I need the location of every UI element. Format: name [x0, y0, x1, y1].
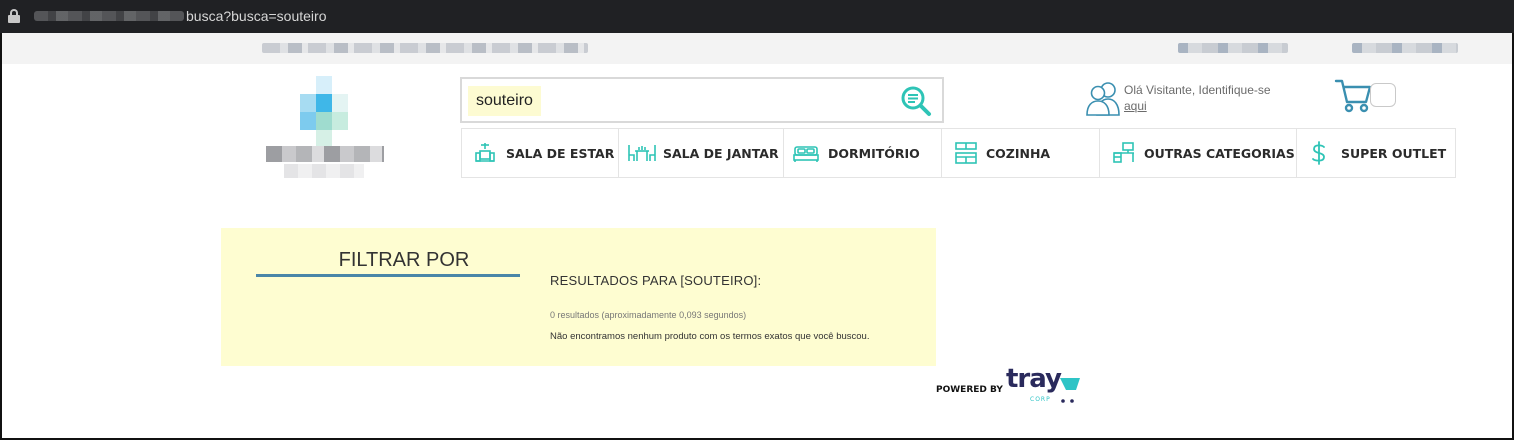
lock-icon [8, 9, 20, 23]
bed-icon [793, 146, 819, 162]
store-logo[interactable] [264, 76, 388, 184]
category-menu: SALA DE ESTAR SALA DE JANTAR DORMITÓRIO [461, 128, 1456, 178]
menu-label: SALA DE ESTAR [506, 146, 615, 161]
dollar-icon [1312, 141, 1325, 165]
user-greeting: Olá Visitante, Identifique-se [1124, 83, 1271, 97]
search-button[interactable] [900, 85, 932, 117]
kitchen-icon [955, 142, 977, 164]
tray-logo-sub: CORP [1030, 396, 1051, 403]
menu-item-outras-categorias[interactable]: OUTRAS CATEGORIAS [1100, 129, 1297, 177]
browser-url-bar[interactable]: busca?busca=souteiro [0, 0, 1514, 33]
users-icon[interactable] [1084, 80, 1122, 116]
menu-item-dormitorio[interactable]: DORMITÓRIO [784, 129, 942, 177]
menu-label: SALA DE JANTAR [663, 146, 779, 161]
results-title: RESULTADOS PARA [SOUTEIRO]: [550, 273, 762, 288]
redacted-phone-2 [1352, 43, 1458, 53]
dining-room-icon [628, 145, 656, 161]
search-results-panel: FILTRAR POR RESULTADOS PARA [SOUTEIRO]: … [221, 228, 936, 366]
cart-icon[interactable] [1334, 78, 1374, 114]
menu-item-super-outlet[interactable]: SUPER OUTLET [1297, 129, 1455, 177]
desk-icon [1113, 142, 1134, 163]
menu-label: COZINHA [986, 146, 1051, 161]
redacted-phone [1178, 43, 1288, 53]
redacted-contact-info [262, 43, 588, 53]
powered-by-label: POWERED BY [936, 385, 1003, 395]
cart-count-badge[interactable] [1370, 83, 1396, 107]
search-icon [901, 86, 931, 116]
window-frame [0, 0, 1514, 440]
url-path[interactable]: busca?busca=souteiro [186, 8, 327, 24]
login-link[interactable]: aqui [1124, 99, 1147, 113]
menu-item-sala-de-estar[interactable]: SALA DE ESTAR [462, 129, 619, 177]
filter-title: FILTRAR POR [338, 249, 470, 271]
search-input[interactable]: souteiro [468, 86, 541, 116]
menu-label: DORMITÓRIO [828, 146, 920, 161]
no-results-message: Não encontramos nenhum produto com os te… [550, 331, 870, 342]
menu-item-sala-de-jantar[interactable]: SALA DE JANTAR [619, 129, 784, 177]
living-room-icon [475, 143, 495, 162]
top-info-bar [2, 33, 1512, 64]
search-box[interactable]: souteiro [460, 77, 944, 123]
redacted-domain [34, 11, 184, 21]
menu-item-cozinha[interactable]: COZINHA [942, 129, 1100, 177]
results-count: 0 resultados (aproximadamente 0,093 segu… [550, 310, 747, 320]
menu-label: SUPER OUTLET [1341, 146, 1447, 161]
filter-underline [256, 274, 520, 277]
menu-label: OUTRAS CATEGORIAS [1144, 146, 1295, 161]
